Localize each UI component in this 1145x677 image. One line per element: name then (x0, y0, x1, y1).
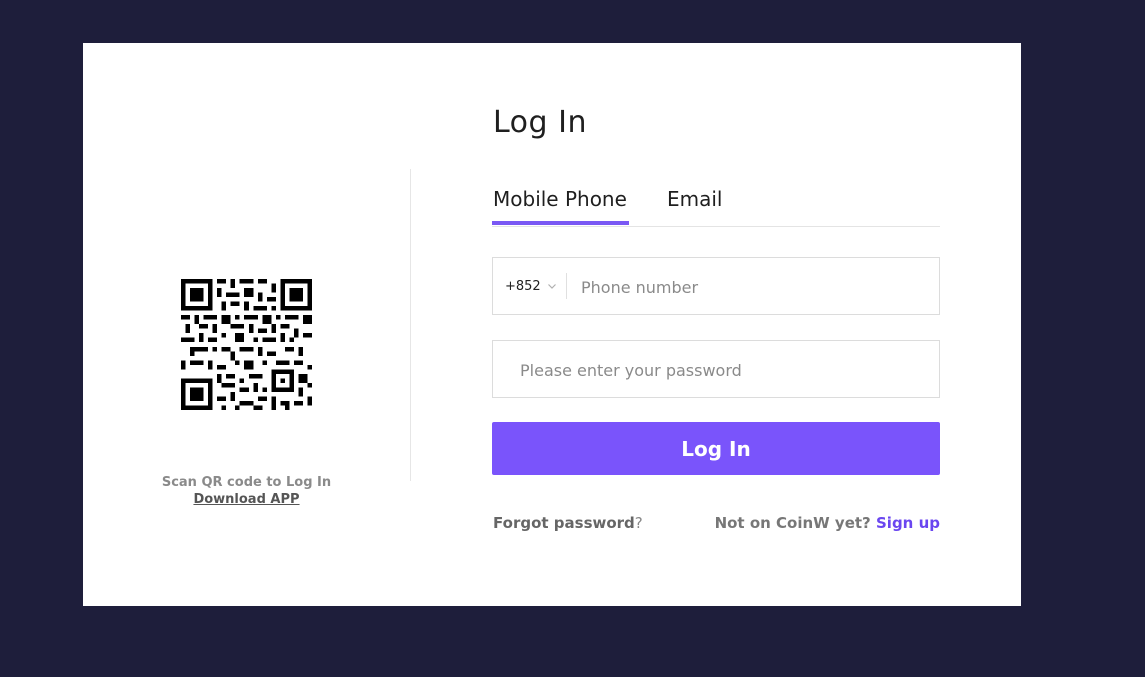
login-tabs: Mobile Phone Email (492, 183, 940, 227)
forgot-password-block: Forgot password? (493, 514, 643, 532)
country-code-select[interactable]: +852 (505, 258, 557, 314)
country-code-value: +852 (505, 278, 541, 294)
qr-code-icon (181, 279, 312, 410)
phone-number-input[interactable] (579, 258, 933, 316)
tab-mobile-phone[interactable]: Mobile Phone (493, 187, 627, 220)
qr-caption: Scan QR code to Log In (161, 475, 332, 490)
forgot-password-suffix: ? (634, 514, 643, 532)
phone-field: +852 (492, 257, 940, 316)
forgot-password-link[interactable]: Forgot password (493, 514, 635, 532)
active-tab-indicator (492, 221, 629, 225)
tab-email[interactable]: Email (667, 187, 723, 220)
password-input[interactable] (518, 341, 932, 399)
signup-link[interactable]: Sign up (876, 514, 940, 532)
chevron-down-icon (547, 284, 556, 289)
download-app-link[interactable]: Download APP (193, 491, 299, 508)
qr-caption-block: Scan QR code to Log In Download APP (143, 474, 350, 508)
signup-prompt: Not on CoinW yet? (714, 514, 871, 532)
page-title: Log In (493, 105, 587, 140)
country-code-separator (566, 273, 567, 299)
panel-divider (410, 169, 411, 481)
login-card: Scan QR code to Log In Download APP Log … (83, 43, 1021, 606)
login-button[interactable]: Log In (492, 422, 940, 475)
signup-block: Not on CoinW yet? Sign up (715, 514, 940, 532)
password-field (492, 340, 940, 399)
